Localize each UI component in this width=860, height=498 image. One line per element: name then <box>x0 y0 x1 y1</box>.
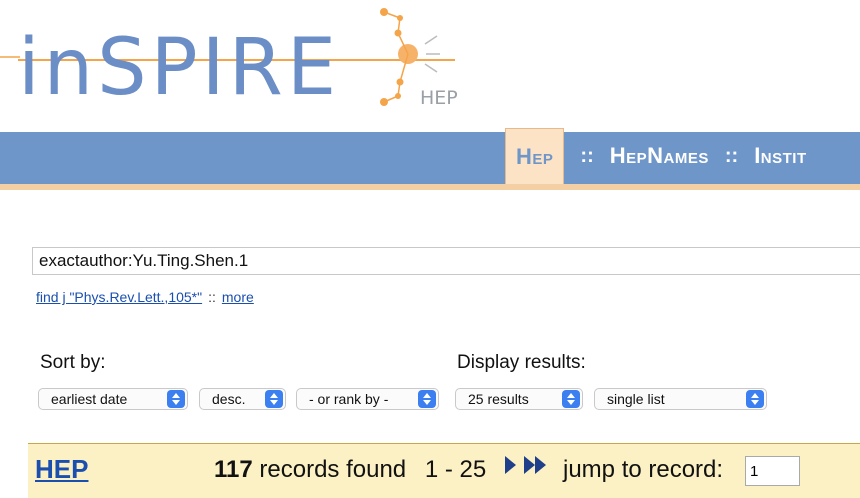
tab-hep[interactable]: Hep <box>505 128 565 184</box>
results-per-page-select[interactable]: 25 results <box>455 388 583 410</box>
logo-wordmark: inSPIRE <box>18 23 340 113</box>
updown-chevron-icon <box>167 390 185 408</box>
sort-field-value: earliest date <box>51 391 128 407</box>
display-format-value: single list <box>607 391 665 407</box>
rank-by-value: - or rank by - <box>309 391 389 407</box>
example-query-link[interactable]: find j "Phys.Rev.Lett.,105*" <box>36 289 202 305</box>
logo-sub-label: HEP <box>420 87 458 109</box>
tab-hep-label: Hep <box>516 143 554 169</box>
play-icon[interactable] <box>505 456 516 474</box>
results-per-page-value: 25 results <box>468 391 529 407</box>
search-input[interactable] <box>33 248 860 274</box>
search-box <box>32 247 860 275</box>
sort-field-select[interactable]: earliest date <box>38 388 188 410</box>
sort-order-value: desc. <box>212 391 246 407</box>
rank-by-select[interactable]: - or rank by - <box>296 388 439 410</box>
jump-to-record-box <box>745 456 800 486</box>
navbar-underline <box>0 184 860 190</box>
sort-by-label: Sort by: <box>40 352 106 373</box>
collection-hep-link[interactable]: HEP <box>35 454 88 485</box>
tab-hepnames[interactable]: HepNames <box>610 143 709 169</box>
records-count: 117 <box>214 456 253 483</box>
display-format-select[interactable]: single list <box>594 388 767 410</box>
records-summary: 117 records found 1 - 25 <box>214 456 486 484</box>
sort-order-select[interactable]: desc. <box>199 388 286 410</box>
search-examples: find j "Phys.Rev.Lett.,105*":: more <box>36 289 254 305</box>
examples-separator: :: <box>208 289 216 305</box>
jump-to-record-input[interactable] <box>746 457 799 485</box>
nav-tabs: Hep :: HepNames :: Instit <box>505 128 807 184</box>
nav-separator: :: <box>580 144 594 167</box>
nav-separator: :: <box>724 144 739 167</box>
inspire-logo[interactable]: inSPIRE HEP <box>0 0 480 120</box>
fast-forward-icon-part <box>535 456 546 474</box>
more-examples-link[interactable]: more <box>222 289 254 305</box>
tab-institutions[interactable]: Instit <box>754 143 806 169</box>
updown-chevron-icon <box>418 390 436 408</box>
updown-chevron-icon <box>562 390 580 408</box>
jump-to-record-label: jump to record: <box>563 456 724 483</box>
records-count-suffix: records found <box>259 456 407 483</box>
records-range: 1 - 25 <box>424 456 487 483</box>
updown-chevron-icon <box>265 390 283 408</box>
fast-forward-icon[interactable] <box>524 456 535 474</box>
display-results-label: Display results: <box>457 352 586 373</box>
updown-chevron-icon <box>746 390 764 408</box>
